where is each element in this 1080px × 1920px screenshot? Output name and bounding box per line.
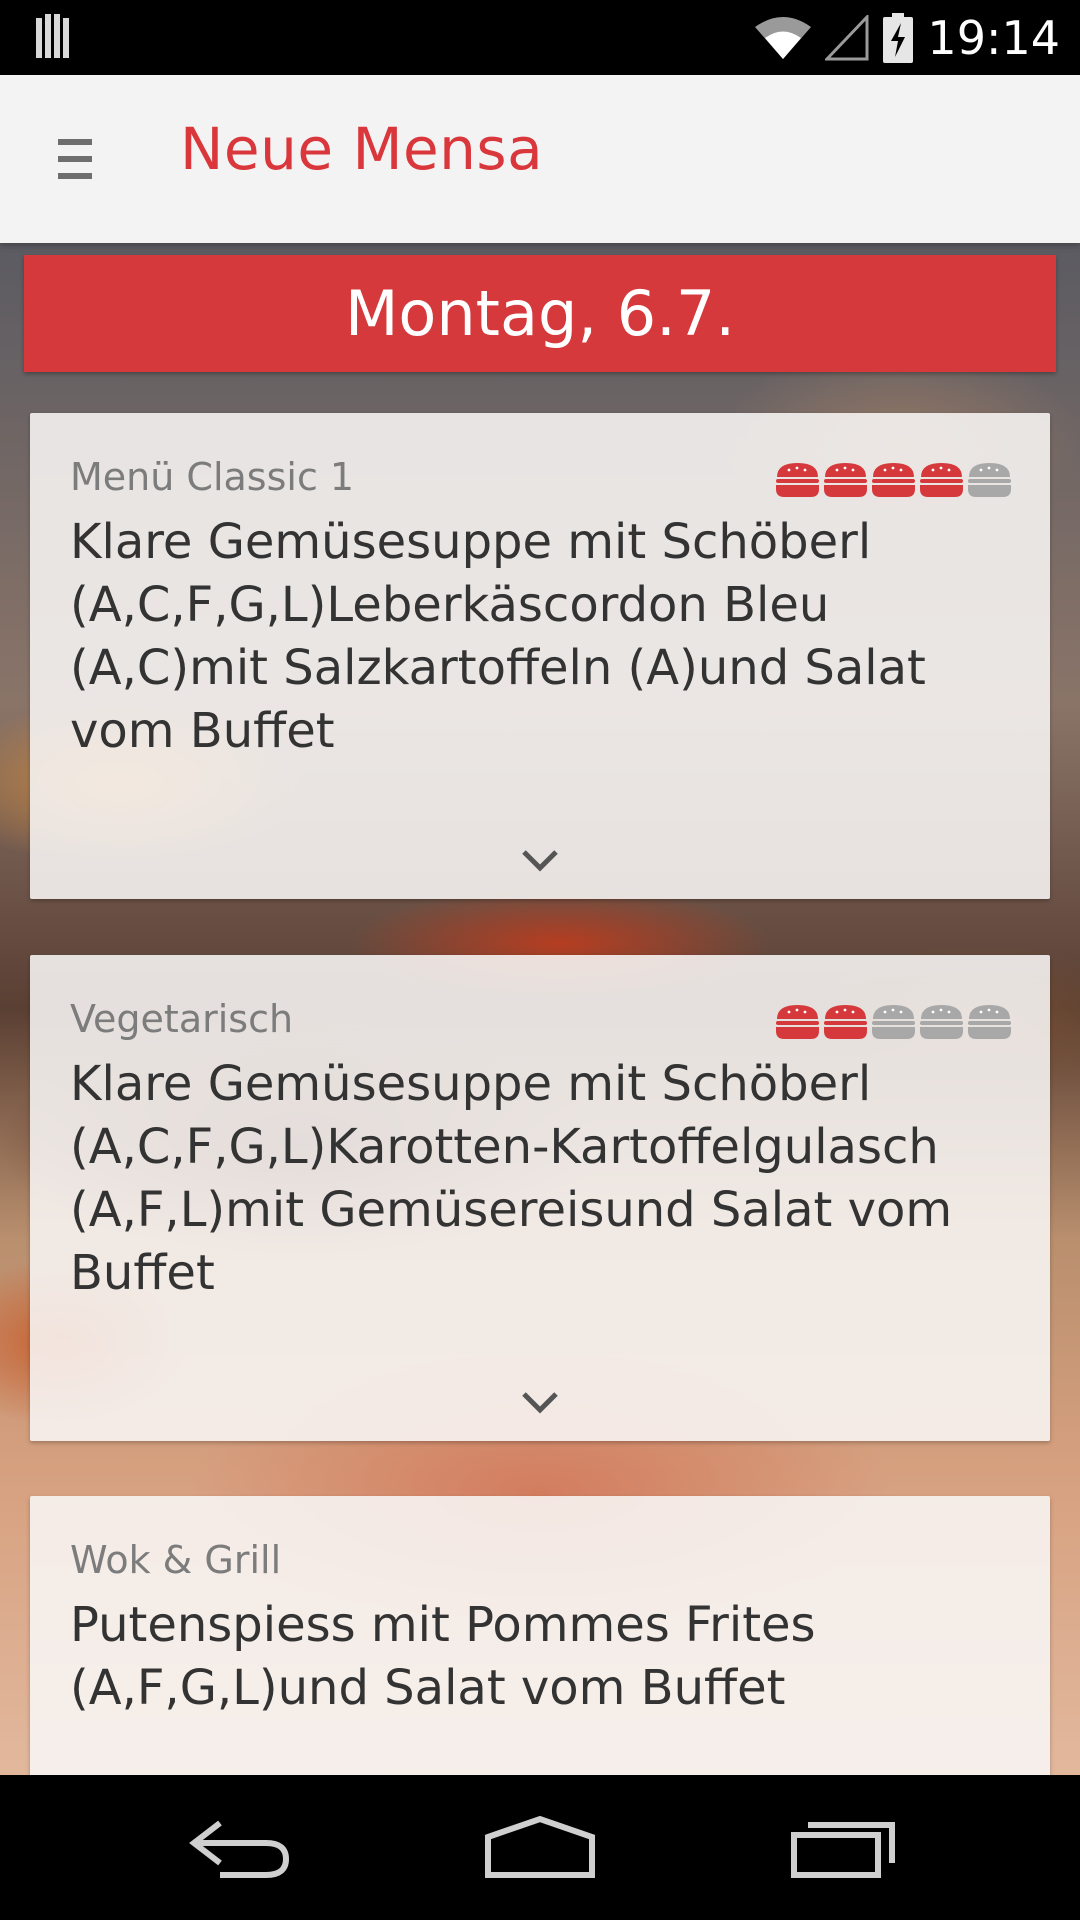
status-bar: 19:14 [0, 0, 1080, 75]
burger-icon [824, 1005, 867, 1039]
burger-icon [776, 1005, 819, 1039]
chevron-down-icon[interactable] [521, 849, 559, 873]
rating-burgers [775, 461, 1012, 499]
menu-description: Klare Gemüsesuppe mit Schöberl (A,C,F,G,… [70, 514, 926, 759]
burger-icon [920, 463, 963, 497]
app-title: Neue Mensa [180, 115, 544, 183]
menu-card[interactable]: Menü Classic 1 Klare Gemüsesuppe mit Sch… [30, 413, 1050, 899]
menu-category: Wok & Grill [70, 1538, 282, 1582]
menu-description: Klare Gemüsesuppe mit Schöberl (A,C,F,G,… [70, 1056, 953, 1301]
menu-category: Menü Classic 1 [70, 455, 355, 499]
rating-burgers [775, 1003, 1012, 1041]
status-time: 19:14 [927, 10, 1060, 65]
wifi-icon [755, 16, 812, 59]
home-icon[interactable] [484, 1813, 596, 1883]
menu-description: Putenspiess mit Pommes Frites (A,F,G,L)u… [70, 1597, 816, 1716]
back-icon[interactable] [186, 1813, 292, 1883]
burger-icon [920, 1005, 963, 1039]
chevron-down-icon[interactable] [521, 1391, 559, 1415]
burger-icon [968, 1005, 1011, 1039]
notification-bars-icon [36, 14, 69, 58]
menu-card[interactable]: Wok & Grill Putenspiess mit Pommes Frite… [30, 1496, 1050, 1775]
date-banner: Montag, 6.7. [24, 255, 1056, 372]
menu-category: Vegetarisch [70, 997, 294, 1041]
battery-charging-icon [883, 12, 914, 63]
burger-icon [968, 463, 1011, 497]
menu-list[interactable]: Montag, 6.7. Menü Classic 1 Klare Gemüse… [0, 243, 1080, 1775]
recent-apps-icon[interactable] [790, 1813, 896, 1883]
signal-icon [825, 14, 869, 60]
burger-icon [776, 463, 819, 497]
navigation-bar [0, 1775, 1080, 1920]
burger-icon [872, 463, 915, 497]
burger-icon [872, 1005, 915, 1039]
menu-card[interactable]: Vegetarisch Klare Gemüsesuppe mit Schöbe… [30, 955, 1050, 1441]
app-bar: Neue Mensa [0, 75, 1080, 243]
hamburger-menu-icon[interactable] [58, 135, 92, 183]
burger-icon [824, 463, 867, 497]
